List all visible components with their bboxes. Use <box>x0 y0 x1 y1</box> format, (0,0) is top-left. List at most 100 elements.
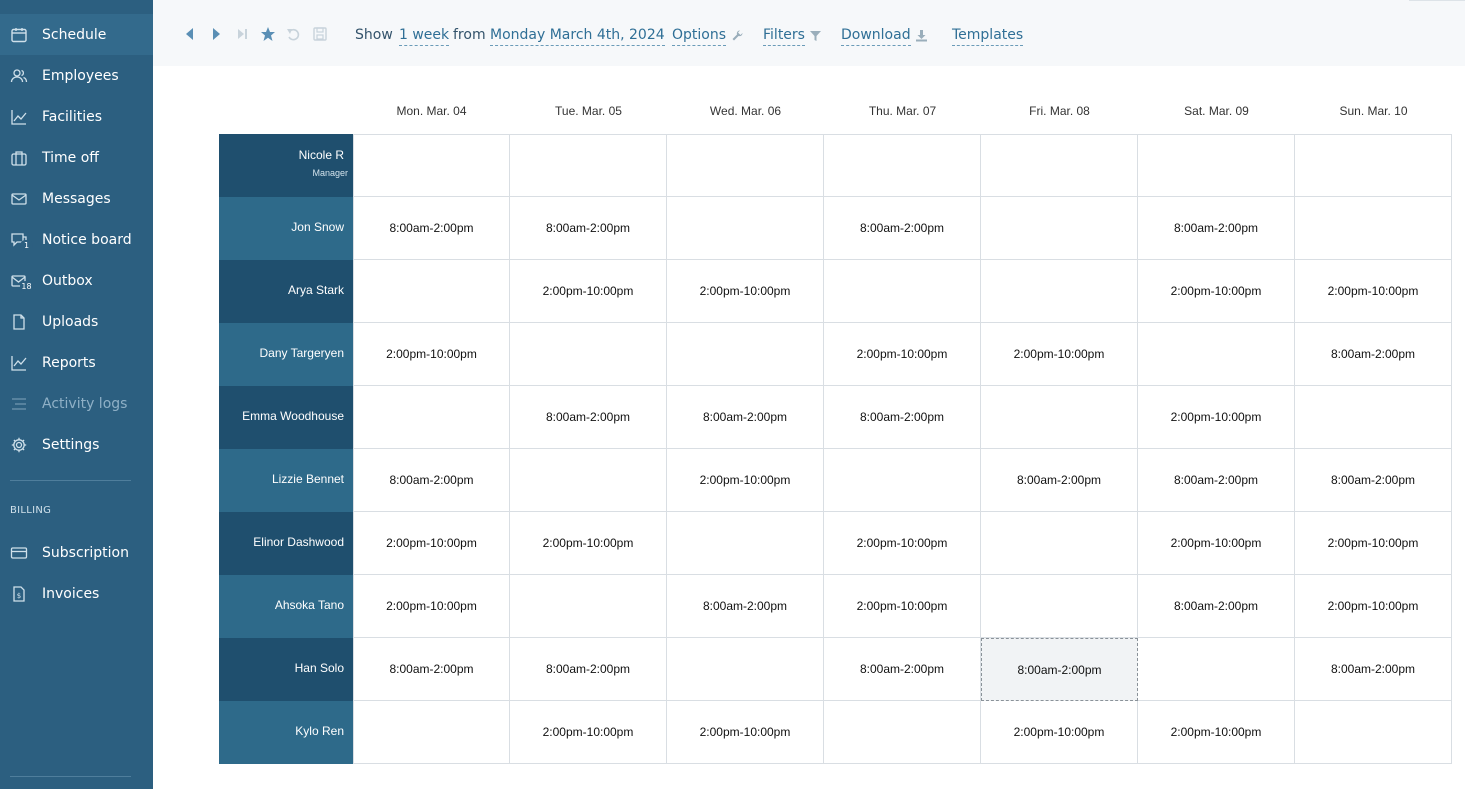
shift-cell[interactable] <box>981 260 1138 323</box>
undo-icon[interactable] <box>286 26 302 42</box>
shift-cell[interactable]: 2:00pm-10:00pm <box>1138 512 1295 575</box>
shift-cell[interactable] <box>981 386 1138 449</box>
shift-cell[interactable]: 2:00pm-10:00pm <box>824 575 981 638</box>
shift-cell[interactable]: 2:00pm-10:00pm <box>353 575 510 638</box>
shift-cell[interactable]: 8:00am-2:00pm <box>1295 323 1452 386</box>
period-selector[interactable]: 1 week <box>399 25 450 46</box>
options-button[interactable]: Options <box>672 25 727 46</box>
shift-cell[interactable] <box>824 134 981 197</box>
shift-cell[interactable]: 8:00am-2:00pm <box>353 638 510 701</box>
shift-cell[interactable] <box>353 386 510 449</box>
shift-cell[interactable]: 8:00am-2:00pm <box>353 197 510 260</box>
employee-row-header[interactable]: Lizzie Bennet <box>219 449 353 512</box>
shift-cell[interactable]: 8:00am-2:00pm <box>824 638 981 701</box>
shift-cell[interactable] <box>1138 134 1295 197</box>
sidebar-item-messages[interactable]: Messages <box>0 178 153 219</box>
sidebar-item-schedule[interactable]: Schedule <box>0 14 153 55</box>
sidebar-item-facilities[interactable]: Facilities <box>0 96 153 137</box>
shift-cell[interactable]: 2:00pm-10:00pm <box>510 701 667 764</box>
shift-cell[interactable]: 2:00pm-10:00pm <box>981 323 1138 386</box>
shift-cell[interactable] <box>981 134 1138 197</box>
shift-cell[interactable] <box>981 197 1138 260</box>
sidebar-item-time-off[interactable]: Time off <box>0 137 153 178</box>
shift-cell[interactable]: 8:00am-2:00pm <box>510 638 667 701</box>
shift-cell[interactable]: 8:00am-2:00pm <box>981 449 1138 512</box>
shift-cell[interactable] <box>510 449 667 512</box>
shift-cell[interactable] <box>1295 197 1452 260</box>
sidebar-item-invoices[interactable]: $ Invoices <box>0 573 153 614</box>
shift-cell[interactable] <box>824 449 981 512</box>
sidebar-item-uploads[interactable]: Uploads <box>0 301 153 342</box>
shift-cell[interactable]: 2:00pm-10:00pm <box>1295 512 1452 575</box>
sidebar-item-settings[interactable]: Settings <box>0 424 153 465</box>
shift-cell[interactable]: 2:00pm-10:00pm <box>1138 701 1295 764</box>
shift-cell[interactable]: 8:00am-2:00pm <box>1295 449 1452 512</box>
shift-cell[interactable] <box>510 323 667 386</box>
save-icon[interactable] <box>312 26 328 42</box>
shift-cell[interactable]: 8:00am-2:00pm <box>510 197 667 260</box>
shift-cell[interactable] <box>667 134 824 197</box>
shift-cell[interactable] <box>1138 323 1295 386</box>
shift-cell[interactable]: 2:00pm-10:00pm <box>824 323 981 386</box>
shift-cell[interactable]: 2:00pm-10:00pm <box>1295 260 1452 323</box>
sidebar-item-notice-board[interactable]: 1 Notice board <box>0 219 153 260</box>
employee-row-header[interactable]: Arya Stark <box>219 260 353 323</box>
shift-cell[interactable]: 2:00pm-10:00pm <box>1138 260 1295 323</box>
sidebar-item-activity-logs[interactable]: Activity logs <box>0 383 153 424</box>
shift-cell[interactable]: 2:00pm-10:00pm <box>1295 575 1452 638</box>
shift-cell[interactable] <box>1295 386 1452 449</box>
shift-cell[interactable]: 2:00pm-10:00pm <box>1138 386 1295 449</box>
shift-cell[interactable]: 2:00pm-10:00pm <box>510 512 667 575</box>
shift-cell[interactable]: 8:00am-2:00pm <box>1138 575 1295 638</box>
shift-cell[interactable]: 8:00am-2:00pm <box>667 386 824 449</box>
shift-cell[interactable] <box>353 701 510 764</box>
employee-row-header[interactable]: Jon Snow <box>219 197 353 260</box>
sidebar-item-employees[interactable]: Employees <box>0 55 153 96</box>
shift-cell[interactable] <box>824 701 981 764</box>
skip-to-end-icon[interactable] <box>234 26 250 42</box>
employee-row-header[interactable]: Ahsoka Tano <box>219 575 353 638</box>
shift-cell[interactable] <box>353 260 510 323</box>
shift-cell[interactable]: 8:00am-2:00pm <box>981 638 1138 701</box>
shift-cell[interactable] <box>353 134 510 197</box>
shift-cell[interactable]: 2:00pm-10:00pm <box>824 512 981 575</box>
shift-cell[interactable] <box>667 638 824 701</box>
sidebar-item-outbox[interactable]: 18 Outbox <box>0 260 153 301</box>
shift-cell[interactable] <box>1138 638 1295 701</box>
shift-cell[interactable]: 8:00am-2:00pm <box>824 197 981 260</box>
shift-cell[interactable] <box>981 575 1138 638</box>
download-button[interactable]: Download <box>841 25 911 46</box>
sidebar-item-reports[interactable]: Reports <box>0 342 153 383</box>
star-icon[interactable] <box>260 26 276 42</box>
shift-cell[interactable]: 8:00am-2:00pm <box>353 449 510 512</box>
shift-cell[interactable] <box>667 197 824 260</box>
shift-cell[interactable]: 8:00am-2:00pm <box>1138 197 1295 260</box>
shift-cell[interactable] <box>510 575 667 638</box>
shift-cell[interactable] <box>824 260 981 323</box>
shift-cell[interactable] <box>1295 701 1452 764</box>
shift-cell[interactable] <box>1295 134 1452 197</box>
shift-cell[interactable]: 2:00pm-10:00pm <box>353 512 510 575</box>
shift-cell[interactable]: 8:00am-2:00pm <box>824 386 981 449</box>
previous-arrow-icon[interactable] <box>182 26 198 42</box>
shift-cell[interactable]: 2:00pm-10:00pm <box>667 260 824 323</box>
next-arrow-icon[interactable] <box>208 26 224 42</box>
employee-row-header[interactable]: Nicole R Manager <box>219 134 353 197</box>
shift-cell[interactable]: 2:00pm-10:00pm <box>353 323 510 386</box>
employee-row-header[interactable]: Han Solo <box>219 638 353 701</box>
start-date-picker[interactable]: Monday March 4th, 2024 <box>490 25 665 46</box>
shift-cell[interactable]: 2:00pm-10:00pm <box>981 701 1138 764</box>
shift-cell[interactable]: 2:00pm-10:00pm <box>667 449 824 512</box>
employee-row-header[interactable]: Kylo Ren <box>219 701 353 764</box>
shift-cell[interactable]: 2:00pm-10:00pm <box>510 260 667 323</box>
templates-button[interactable]: Templates <box>952 25 1024 46</box>
shift-cell[interactable]: 8:00am-2:00pm <box>510 386 667 449</box>
employee-row-header[interactable]: Elinor Dashwood <box>219 512 353 575</box>
shift-cell[interactable] <box>667 323 824 386</box>
shift-cell[interactable] <box>981 512 1138 575</box>
shift-cell[interactable] <box>510 134 667 197</box>
shift-cell[interactable]: 2:00pm-10:00pm <box>667 701 824 764</box>
shift-cell[interactable]: 8:00am-2:00pm <box>1138 449 1295 512</box>
employee-row-header[interactable]: Emma Woodhouse <box>219 386 353 449</box>
shift-cell[interactable]: 8:00am-2:00pm <box>667 575 824 638</box>
